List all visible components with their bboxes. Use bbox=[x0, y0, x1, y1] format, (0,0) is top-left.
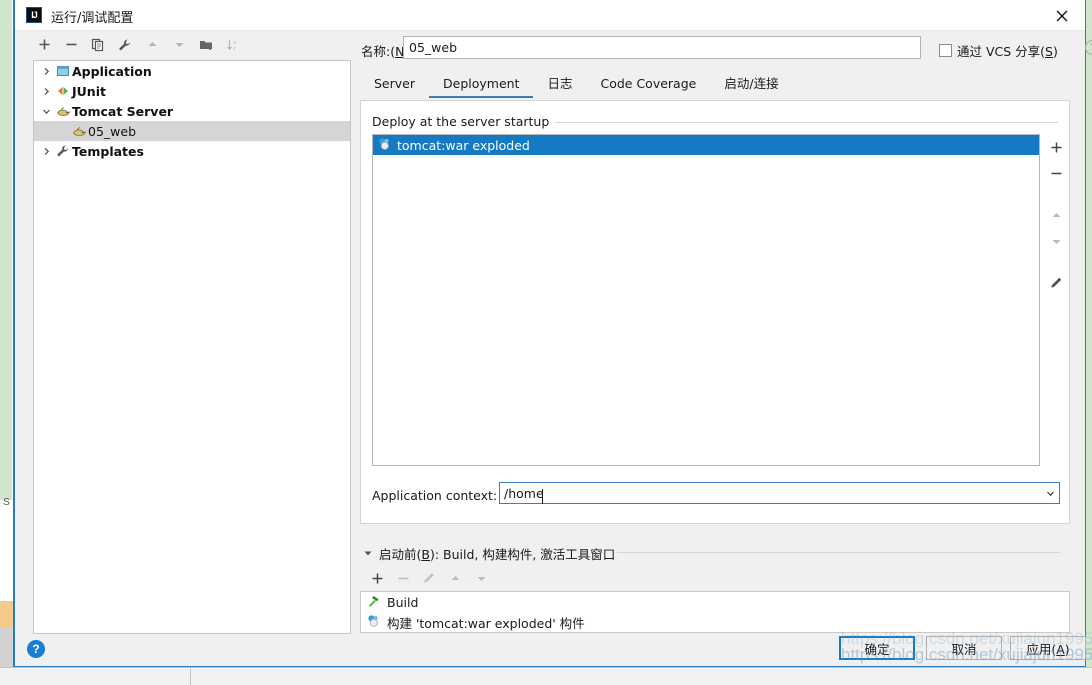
triangle-down-icon[interactable] bbox=[363, 547, 373, 561]
before-launch-header[interactable]: 启动前(B): Build, 构建构件, 激活工具窗口 bbox=[363, 544, 615, 563]
task-label: Build bbox=[387, 594, 419, 610]
configurations-toolbar: a z bbox=[15, 31, 337, 58]
chevron-right-icon[interactable] bbox=[38, 147, 54, 156]
tree-item-application[interactable]: Application bbox=[34, 61, 350, 81]
tree-item-05-web[interactable]: 05_web bbox=[34, 121, 350, 141]
tree-item-label: Application bbox=[72, 63, 152, 79]
background-green-strip bbox=[0, 0, 12, 500]
dialog-title: 运行/调试配置 bbox=[51, 11, 134, 26]
application-icon bbox=[54, 64, 72, 78]
artifact-label: tomcat:war exploded bbox=[397, 137, 530, 153]
chevron-down-icon[interactable] bbox=[38, 107, 54, 116]
share-through-vcs-checkbox[interactable]: 通过 VCS 分享(S) bbox=[939, 41, 1058, 60]
list-item[interactable]: tomcat:war exploded bbox=[373, 135, 1039, 155]
tree-item-junit[interactable]: JUnit bbox=[34, 81, 350, 101]
tree-item-label: 05_web bbox=[88, 123, 137, 139]
tree-item-label: JUnit bbox=[72, 83, 106, 99]
svg-text:z: z bbox=[233, 46, 236, 52]
remove-artifact-button[interactable] bbox=[1044, 160, 1068, 186]
tree-item-tomcat-server[interactable]: Tomcat Server bbox=[34, 101, 350, 121]
arrow-up-icon[interactable] bbox=[141, 34, 163, 55]
apply-button[interactable]: 应用(A) bbox=[1010, 636, 1086, 660]
close-icon[interactable] bbox=[1039, 0, 1085, 31]
checkbox-box[interactable] bbox=[939, 44, 952, 57]
dialog-title-bar: IJ 运行/调试配置 bbox=[15, 0, 1085, 31]
task-label: 构建 'tomcat:war exploded' 构件 bbox=[387, 615, 585, 631]
before-launch-separator bbox=[617, 552, 1060, 553]
tree-item-label: Tomcat Server bbox=[72, 103, 174, 119]
folder-add-icon[interactable] bbox=[195, 34, 217, 55]
add-configuration-button[interactable] bbox=[33, 34, 55, 55]
intellij-idea-icon: IJ bbox=[26, 7, 42, 23]
junit-icon bbox=[54, 84, 72, 98]
cancel-button[interactable]: 取消 bbox=[926, 636, 1002, 660]
wrench-icon[interactable] bbox=[114, 34, 136, 55]
background-right-column bbox=[1086, 0, 1092, 667]
ide-status-bar bbox=[0, 667, 1092, 685]
deployment-side-toolbar bbox=[1044, 134, 1068, 466]
background-grey-strip bbox=[0, 627, 14, 667]
background-orange-strip bbox=[0, 601, 14, 627]
chevron-right-icon[interactable] bbox=[38, 67, 54, 76]
help-circle-icon[interactable]: ? bbox=[27, 640, 45, 658]
share-through-vcs-label: 通过 VCS 分享(S) bbox=[957, 44, 1058, 59]
chevron-right-icon[interactable] bbox=[38, 87, 54, 96]
background-side-letter: S bbox=[3, 497, 10, 508]
add-artifact-button[interactable] bbox=[1044, 134, 1068, 160]
deploy-group-title: Deploy at the server startup bbox=[372, 114, 556, 129]
edit-artifact-button[interactable] bbox=[1044, 270, 1068, 296]
tab-logs[interactable]: 日志 bbox=[533, 71, 586, 98]
edit-task-button[interactable] bbox=[417, 566, 441, 590]
deployment-panel: Deploy at the server startup tomcat:war … bbox=[360, 100, 1070, 524]
artifact-move-down-button[interactable] bbox=[1044, 228, 1068, 254]
configurations-tree[interactable]: Application JUnit Tomcat Server 05_web T… bbox=[33, 60, 351, 634]
build-hammer-icon bbox=[367, 594, 381, 611]
artifact-icon bbox=[378, 137, 392, 154]
sort-az-icon[interactable]: a z bbox=[222, 34, 244, 55]
remove-task-button[interactable] bbox=[391, 566, 415, 590]
status-bar-divider bbox=[190, 667, 191, 685]
tab-server[interactable]: Server bbox=[360, 71, 429, 98]
copy-configuration-icon[interactable] bbox=[87, 34, 109, 55]
application-context-label: Application context: bbox=[372, 488, 498, 503]
task-move-up-button[interactable] bbox=[443, 566, 467, 590]
remove-configuration-button[interactable] bbox=[60, 34, 82, 55]
dialog-footer: ? 确定 取消 应用(A) bbox=[15, 633, 1086, 666]
arrow-down-icon[interactable] bbox=[168, 34, 190, 55]
configuration-name-input[interactable] bbox=[403, 36, 921, 59]
tab-startup-connection[interactable]: 启动/连接 bbox=[710, 71, 792, 98]
before-launch-tasks-list[interactable]: Build 构建 'tomcat:war exploded' 构件 bbox=[360, 591, 1070, 633]
before-launch-section: 启动前(B): Build, 构建构件, 激活工具窗口 Build 构建 'to… bbox=[360, 534, 1070, 634]
tomcat-icon bbox=[70, 125, 88, 138]
tomcat-icon bbox=[54, 105, 72, 118]
tab-code-coverage[interactable]: Code Coverage bbox=[586, 71, 710, 98]
task-move-down-button[interactable] bbox=[469, 566, 493, 590]
application-context-combobox[interactable] bbox=[499, 482, 1060, 504]
list-item[interactable]: Build bbox=[361, 592, 1069, 612]
run-debug-configurations-dialog: IJ 运行/调试配置 a z Application JUnit Tomcat … bbox=[14, 0, 1092, 667]
deployment-artifacts-list[interactable]: tomcat:war exploded bbox=[372, 134, 1040, 466]
artifact-icon bbox=[367, 614, 381, 631]
ok-button[interactable]: 确定 bbox=[839, 636, 915, 660]
before-launch-title: 启动前(B): Build, 构建构件, 激活工具窗口 bbox=[379, 547, 616, 562]
list-item[interactable]: 构建 'tomcat:war exploded' 构件 bbox=[361, 612, 1069, 632]
tree-item-label: Templates bbox=[72, 143, 144, 159]
configuration-tabs: Server Deployment 日志 Code Coverage 启动/连接 bbox=[360, 70, 1070, 98]
application-context-input[interactable] bbox=[500, 485, 664, 501]
text-caret bbox=[542, 488, 543, 504]
tree-item-templates[interactable]: Templates bbox=[34, 141, 350, 161]
artifact-move-up-button[interactable] bbox=[1044, 202, 1068, 228]
add-task-button[interactable] bbox=[365, 566, 389, 590]
wrench-icon bbox=[54, 144, 72, 158]
tab-deployment[interactable]: Deployment bbox=[429, 71, 534, 98]
chevron-down-icon[interactable] bbox=[1041, 483, 1059, 503]
